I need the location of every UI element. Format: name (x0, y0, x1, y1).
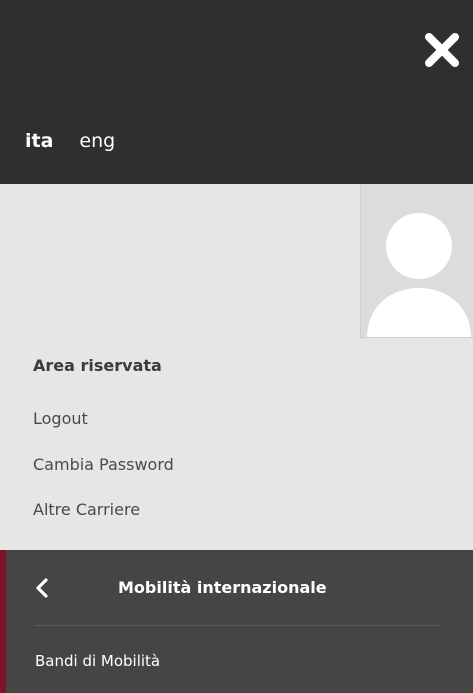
reserved-area-title: Area riservata (33, 356, 162, 375)
other-careers-link[interactable]: Altre Carriere (33, 500, 140, 519)
reserved-area-panel: Area riservata Logout Cambia Password Al… (0, 184, 473, 550)
menu-divider (34, 625, 440, 626)
language-switcher: ita eng (25, 130, 115, 152)
close-icon (425, 33, 459, 67)
menu-panel: Mobilità internazionale Bandi di Mobilit… (0, 550, 473, 693)
section-title: Mobilità internazionale (118, 578, 327, 597)
chevron-left-icon (36, 578, 48, 598)
user-icon (367, 213, 471, 337)
top-bar: ita eng (0, 0, 473, 184)
back-button[interactable] (34, 578, 50, 598)
change-password-link[interactable]: Cambia Password (33, 455, 174, 474)
language-eng[interactable]: eng (79, 130, 115, 152)
language-ita[interactable]: ita (25, 130, 53, 152)
menu-item-mobility-calls[interactable]: Bandi di Mobilità (35, 652, 160, 670)
avatar[interactable] (360, 184, 473, 338)
logout-link[interactable]: Logout (33, 409, 88, 428)
mobile-menu: ita eng Area riservata Logout Cambia Pas… (0, 0, 473, 693)
menu-accent-bar (0, 550, 6, 693)
close-button[interactable] (422, 30, 462, 70)
